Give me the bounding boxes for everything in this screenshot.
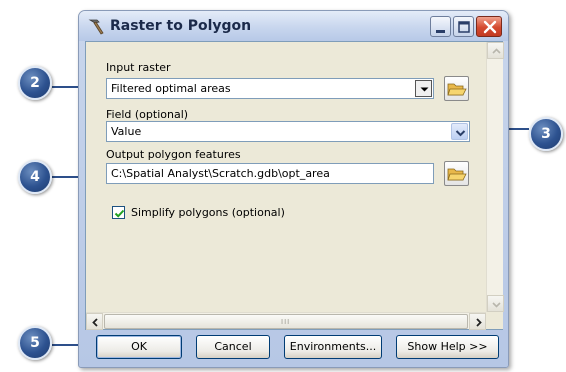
cancel-button[interactable]: Cancel [196,335,270,359]
checkmark-icon [114,209,125,218]
field-select[interactable]: Value [106,121,470,142]
chevron-right-icon [476,318,482,327]
field-label: Field (optional) [106,108,189,121]
hammer-tool-icon [88,19,104,35]
chevron-down-icon [420,87,429,92]
scroll-thumb-grip: III [281,318,291,326]
output-polygon-input[interactable]: C:\Spatial Analyst\Scratch.gdb\opt_area [106,163,434,184]
output-polygon-browse-button[interactable] [444,161,469,186]
scroll-right-button[interactable] [469,313,486,330]
maximize-icon [458,21,470,33]
minimize-button[interactable] [430,16,451,37]
scroll-left-button[interactable] [86,313,103,330]
chevron-up-icon [492,48,501,54]
open-folder-icon [447,168,467,181]
chevron-down-icon [455,130,466,137]
ok-button[interactable]: OK [96,335,182,359]
close-icon [483,20,497,34]
callout-3: 3 [529,117,563,151]
input-raster-browse-button[interactable] [444,76,469,101]
parameters-panel: Input raster Filtered optimal areas Fiel… [86,42,486,312]
scroll-up-button[interactable] [487,42,504,59]
simplify-polygons-label: Simplify polygons (optional) [131,206,285,219]
chevron-left-icon [92,318,98,327]
callout-4: 4 [18,160,52,194]
input-raster-combo[interactable]: Filtered optimal areas [106,78,434,99]
scrollbar-corner [486,312,503,329]
horizontal-scroll-thumb[interactable]: III [104,314,468,329]
environments-button[interactable]: Environments... [284,335,382,359]
input-raster-dropdown-button[interactable] [415,80,432,97]
dialog-title: Raster to Polygon [110,18,252,34]
dialog-client-area: Input raster Filtered optimal areas Fiel… [85,41,504,330]
callout-2: 2 [18,66,52,100]
title-bar[interactable]: Raster to Polygon [79,11,508,41]
field-select-value: Value [111,125,142,138]
show-help-button[interactable]: Show Help >> [396,335,499,359]
simplify-polygons-checkbox[interactable] [112,206,125,219]
open-folder-icon [447,83,467,96]
input-raster-label: Input raster [106,61,171,74]
minimize-icon [436,30,445,33]
input-raster-value: Filtered optimal areas [111,82,231,95]
field-dropdown-button[interactable] [451,123,468,140]
close-button[interactable] [476,16,502,37]
chevron-down-icon [492,302,501,308]
callout-5: 5 [18,326,52,360]
output-polygon-label: Output polygon features [106,148,241,161]
vertical-scrollbar[interactable] [486,42,504,312]
scroll-down-button[interactable] [487,295,504,312]
maximize-button[interactable] [453,16,474,37]
horizontal-scrollbar[interactable]: III [86,312,486,330]
output-polygon-value: C:\Spatial Analyst\Scratch.gdb\opt_area [111,167,330,180]
raster-to-polygon-dialog: Raster to Polygon Input raster Filtered … [78,10,509,368]
